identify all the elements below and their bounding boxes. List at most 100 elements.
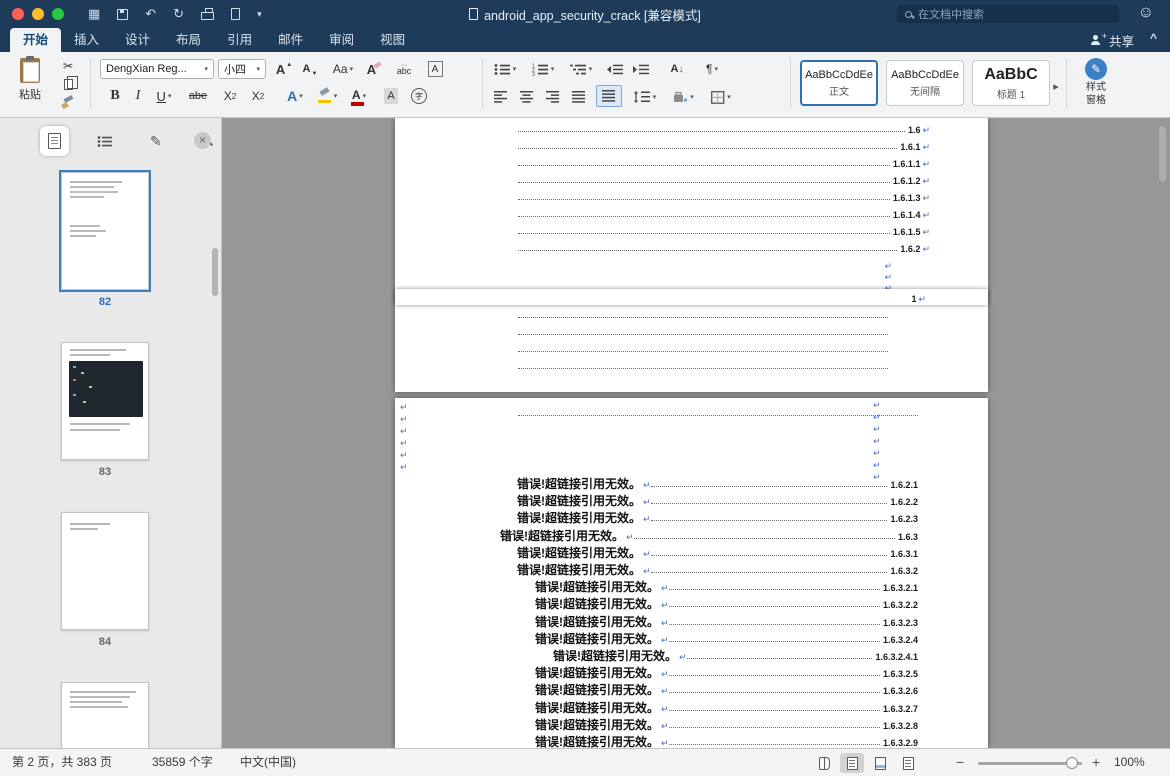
outline-view-button[interactable] bbox=[896, 753, 920, 773]
ribbon-tab[interactable]: 开始 bbox=[10, 28, 62, 52]
feedback-smiley-icon[interactable]: ☺ bbox=[1138, 4, 1154, 22]
page-indicator[interactable]: 第 2 页，共 383 页 bbox=[12, 749, 112, 776]
enclose-characters-button[interactable]: 字 bbox=[408, 86, 430, 106]
bullets-button[interactable]: ▾ bbox=[490, 59, 520, 79]
language-indicator[interactable]: 中文(中国) bbox=[240, 749, 296, 776]
toc-entry: 错误!超链接引用无效。 ↵ 1.6.3.2.9 bbox=[395, 733, 988, 748]
multilevel-list-button[interactable]: ▾ bbox=[566, 59, 596, 79]
text-effects-button[interactable]: A ▾ bbox=[282, 86, 308, 106]
style-gallery-more-icon[interactable]: ▸ bbox=[1050, 76, 1062, 96]
character-border-button[interactable]: A bbox=[424, 59, 446, 79]
distribute-text-button[interactable] bbox=[596, 85, 622, 107]
format-painter-button[interactable] bbox=[58, 93, 78, 113]
read-mode-button[interactable] bbox=[812, 753, 836, 773]
style-gallery-item[interactable]: AaBbCcDdEe 正文 bbox=[800, 60, 878, 106]
ribbon-tab[interactable]: 审阅 bbox=[316, 28, 367, 52]
style-gallery-item[interactable]: AaBbCcDdEe 无间隔 bbox=[886, 60, 964, 106]
bold-button[interactable]: B bbox=[104, 86, 126, 106]
ribbon: 粘贴 ✂ DengXian Reg... ▾ 小四 ▾ A ▲ A ▼ Aa ▾ A … bbox=[0, 52, 1170, 118]
decrease-indent-button[interactable] bbox=[604, 59, 626, 79]
toc-entry: 错误!超链接引用无效。 ↵ 1.6.3.2.3 bbox=[395, 613, 988, 629]
collapse-ribbon-icon[interactable]: ^ bbox=[1150, 31, 1157, 45]
paragraph-mark-icon: ↵ bbox=[626, 532, 634, 542]
paragraph-mark-icon: ↵ bbox=[400, 450, 408, 460]
document-scrollbar[interactable] bbox=[1159, 126, 1166, 182]
zoom-level[interactable]: 100% bbox=[1114, 749, 1145, 776]
cut-button[interactable]: ✂ bbox=[58, 56, 78, 76]
ribbon-tab-bar: 开始 插入 设计 布局 引用 邮件 审阅 视图 bbox=[0, 28, 1170, 52]
toc-number: 1.6.3.2 bbox=[890, 566, 918, 576]
document-icon bbox=[469, 8, 479, 20]
zoom-in-button[interactable]: + bbox=[1092, 749, 1100, 776]
document-canvas[interactable]: 1.6 ↵ 1.6.1 ↵ 1.6.1.1 ↵ 1.6.1.2 ↵ 1.6.1.3 ↵ 1.6.1.… bbox=[222, 118, 1170, 748]
superscript-button[interactable]: X2 bbox=[246, 86, 270, 106]
ribbon-tab[interactable]: 布局 bbox=[163, 28, 214, 52]
zoom-slider-knob[interactable] bbox=[1066, 757, 1078, 769]
close-pane-button[interactable]: × bbox=[194, 132, 211, 149]
phonetic-guide-button[interactable]: ⋯ abc bbox=[390, 59, 418, 79]
toc-leader bbox=[518, 165, 890, 166]
word-count[interactable]: 35859 个字 bbox=[152, 749, 213, 776]
font-color-button[interactable]: A ▾ bbox=[346, 86, 372, 106]
change-case-button[interactable]: Aa ▾ bbox=[328, 59, 358, 79]
paste-button[interactable]: 粘贴 bbox=[8, 56, 52, 102]
font-size-select[interactable]: 小四 ▾ bbox=[218, 59, 266, 79]
styles-pane-button[interactable]: ✎ 样式 窗格 bbox=[1072, 58, 1120, 106]
show-formatting-marks-button[interactable]: ¶ ▾ bbox=[698, 59, 726, 79]
strikethrough-button[interactable]: abe bbox=[184, 86, 212, 106]
toc-entry-text: 错误!超链接引用无效。 bbox=[535, 701, 659, 715]
grow-font-button[interactable]: A ▲ bbox=[272, 59, 296, 79]
style-name: 正文 bbox=[829, 86, 849, 98]
thumbnail-text-line bbox=[70, 235, 96, 237]
sidebar-scrollbar[interactable] bbox=[212, 248, 218, 296]
character-border-icon: A bbox=[427, 61, 443, 77]
page-thumbnail[interactable] bbox=[59, 170, 151, 292]
web-layout-button[interactable] bbox=[868, 753, 892, 773]
search-input[interactable]: 在文档中搜索 bbox=[897, 5, 1119, 23]
page-thumbnail[interactable] bbox=[61, 512, 149, 630]
toc-number: 1.6.1.4 bbox=[892, 210, 921, 220]
paragraph-mark-icon: ↵ bbox=[661, 721, 669, 731]
page-thumbnail[interactable] bbox=[61, 682, 149, 748]
thumbnails-tab[interactable] bbox=[40, 126, 69, 156]
ribbon-tab[interactable]: 设计 bbox=[112, 28, 163, 52]
review-pane-tab[interactable]: ✎ bbox=[142, 126, 171, 156]
shrink-font-button[interactable]: A ▼ bbox=[298, 59, 322, 79]
ribbon-tab[interactable]: 邮件 bbox=[265, 28, 316, 52]
highlight-button[interactable]: ▾ bbox=[314, 86, 340, 106]
thumbnail-text-line bbox=[70, 186, 114, 188]
toc-leader bbox=[518, 131, 905, 132]
toc-entry-text: 错误!超链接引用无效。 bbox=[500, 529, 624, 543]
ribbon-tab[interactable]: 插入 bbox=[61, 28, 112, 52]
underline-button[interactable]: U ▾ bbox=[150, 86, 178, 106]
shading-button[interactable]: ▾ bbox=[668, 87, 698, 107]
zoom-out-button[interactable]: − bbox=[956, 749, 964, 776]
align-center-button[interactable] bbox=[516, 87, 538, 107]
align-right-button[interactable] bbox=[542, 87, 564, 107]
subscript-button[interactable]: X2 bbox=[218, 86, 242, 106]
character-shading-button[interactable]: A bbox=[380, 86, 402, 106]
copy-icon bbox=[63, 75, 78, 90]
share-button[interactable]: + 共享 bbox=[1090, 28, 1134, 52]
ribbon-tab[interactable]: 引用 bbox=[214, 28, 265, 52]
toc-leader bbox=[668, 675, 880, 676]
justify-button[interactable] bbox=[568, 87, 590, 107]
line-spacing-button[interactable]: ▾ bbox=[630, 87, 660, 107]
numbering-button[interactable]: 1 2 3 ▾ bbox=[528, 59, 558, 79]
style-gallery-item[interactable]: AaBbC 标题 1 bbox=[972, 60, 1050, 106]
font-name-select[interactable]: DengXian Reg... ▾ bbox=[100, 59, 214, 79]
sort-button[interactable]: A ↓ bbox=[664, 59, 690, 79]
styles-pane-label-2: 窗格 bbox=[1086, 95, 1106, 106]
increase-indent-button[interactable] bbox=[630, 59, 652, 79]
print-layout-button[interactable] bbox=[840, 753, 864, 773]
thumbnail-text-line bbox=[70, 354, 110, 356]
copy-button[interactable] bbox=[58, 74, 78, 94]
page-thumbnail[interactable] bbox=[61, 342, 149, 460]
clear-formatting-button[interactable]: A bbox=[362, 59, 386, 79]
align-left-button[interactable] bbox=[490, 87, 512, 107]
toc-number: 1.6.3.2.4 bbox=[882, 635, 918, 645]
headings-tab[interactable] bbox=[91, 126, 120, 156]
borders-button[interactable]: ▾ bbox=[706, 87, 736, 107]
italic-button[interactable]: I bbox=[128, 86, 148, 106]
ribbon-tab[interactable]: 视图 bbox=[367, 28, 418, 52]
